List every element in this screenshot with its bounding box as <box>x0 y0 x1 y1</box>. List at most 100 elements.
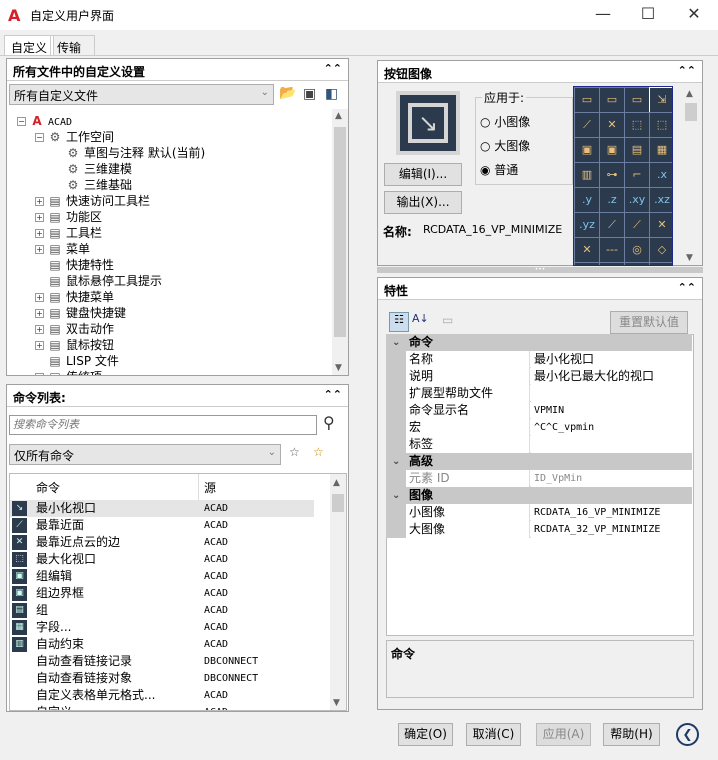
image-tile[interactable]: ⌐ <box>624 162 650 188</box>
tree-item[interactable]: ⚙ 草图与注释 默认(当前) <box>66 145 206 161</box>
command-list-scrollbar[interactable]: ▲ ▼ <box>330 474 346 710</box>
expand-icon[interactable]: + <box>35 341 44 350</box>
collapse-icon[interactable]: ⌃⌃ <box>678 281 696 294</box>
property-pages-icon[interactable]: ▭ <box>442 313 453 327</box>
collapse-icon[interactable]: ⌃⌃ <box>678 64 696 77</box>
property-value[interactable]: 最小化已最大化的视口 <box>531 368 692 385</box>
image-tile[interactable]: ▭ <box>599 87 625 113</box>
find-star-icon[interactable]: ☆ <box>289 445 300 459</box>
collapse-panes-icon[interactable]: ❮ <box>676 723 699 746</box>
image-tile[interactable]: .z <box>599 187 625 213</box>
expand-icon[interactable]: + <box>35 293 44 302</box>
export-button[interactable]: 输出(X)... <box>384 191 462 214</box>
image-tile[interactable]: ▤ <box>624 137 650 163</box>
apply-button[interactable]: 应用(A) <box>536 723 591 746</box>
property-row[interactable]: 说明 最小化已最大化的视口 <box>386 368 692 385</box>
file-select[interactable]: 所有自定义文件 ⌄ <box>9 84 274 105</box>
tree-item[interactable]: + ▤ 传统项 <box>35 369 102 375</box>
tree-item[interactable]: + ▤ 菜单 <box>35 241 90 257</box>
command-row[interactable]: ✕ 最靠近点云的边 ACAD <box>10 534 314 551</box>
command-row[interactable]: 自动查看链接记录 DBCONNECT <box>10 653 314 670</box>
command-row[interactable]: ⟋ 最靠近面 ACAD <box>10 517 314 534</box>
command-row[interactable]: ▥ 自动约束 ACAD <box>10 636 314 653</box>
image-tile[interactable]: .xz <box>649 187 672 213</box>
image-tile[interactable]: ⬚ <box>649 112 672 138</box>
radio-both[interactable]: ◉ 普通 <box>480 161 518 178</box>
column-header-source[interactable]: 源 <box>204 479 216 496</box>
chevron-down-icon[interactable]: ⌄ <box>392 453 400 470</box>
search-icon[interactable]: ⚲ <box>323 413 335 432</box>
tree-item[interactable]: + ▤ 功能区 <box>35 209 102 225</box>
open-file-icon[interactable]: 📂 <box>279 85 296 101</box>
tree-item[interactable]: + ▤ 工具栏 <box>35 225 102 241</box>
property-row[interactable]: 名称 最小化视口 <box>386 351 692 368</box>
image-tile[interactable]: ▣ <box>574 137 600 163</box>
property-row[interactable]: 小图像 RCDATA_16_VP_MINIMIZE <box>386 504 692 521</box>
tab-customize[interactable]: 自定义 <box>4 35 55 56</box>
tree-item[interactable]: + ▤ 快捷菜单 <box>35 289 114 305</box>
chevron-down-icon[interactable]: ⌄ <box>392 334 400 351</box>
new-command-icon[interactable]: ☆ <box>313 445 324 459</box>
property-row[interactable]: 标签 <box>386 436 692 453</box>
command-row[interactable]: ▦ 字段... ACAD <box>10 619 314 636</box>
image-tile[interactable]: ⬚ <box>624 112 650 138</box>
save-icon[interactable]: ▣ <box>303 86 316 102</box>
property-row[interactable]: 命令显示名 VPMIN <box>386 402 692 419</box>
image-tile[interactable]: ▭ <box>574 87 600 113</box>
image-tile[interactable]: .xy <box>624 187 650 213</box>
image-tile[interactable]: ▦ <box>649 137 672 163</box>
image-tile[interactable]: ✕ <box>574 237 600 263</box>
image-tile[interactable]: ▥ <box>574 162 600 188</box>
column-header-command[interactable]: 命令 <box>36 479 60 496</box>
collapse-icon[interactable]: ⌃⌃ <box>324 388 342 401</box>
property-value[interactable]: 最小化视口 <box>531 351 692 368</box>
property-value[interactable]: ID_VpMin <box>531 470 692 487</box>
tree-item[interactable]: + ▤ 鼠标按钮 <box>35 337 114 353</box>
expand-icon[interactable]: + <box>35 197 44 206</box>
collapse-icon[interactable]: − <box>35 133 44 142</box>
tree-item[interactable]: + ▤ 键盘快捷键 <box>35 305 126 321</box>
command-row[interactable]: 自定义表格单元格式... ACAD <box>10 687 314 704</box>
image-tile[interactable]: --- <box>599 237 625 263</box>
help-button[interactable]: 帮助(H) <box>603 723 660 746</box>
sort-alphabetical-icon[interactable]: A↓ <box>412 312 429 325</box>
load-partial-icon[interactable]: ◧ <box>325 86 338 102</box>
tree-item[interactable]: − A ACAD <box>17 113 72 129</box>
property-value[interactable]: ^C^C_vpmin <box>531 419 692 436</box>
command-row[interactable]: ▤ 组 ACAD <box>10 602 314 619</box>
collapse-icon[interactable]: − <box>17 117 26 126</box>
expand-icon[interactable]: + <box>35 213 44 222</box>
image-tile[interactable]: ⟋ <box>599 212 625 238</box>
maximize-button[interactable]: ☐ <box>633 4 663 23</box>
image-tile[interactable]: ◔ <box>574 262 600 265</box>
tree-item[interactable]: ⚙ 三维基础 <box>66 177 132 193</box>
image-grid-scrollbar[interactable]: ▲ ▼ <box>683 87 699 265</box>
property-row[interactable]: 宏 ^C^C_vpmin <box>386 419 692 436</box>
tree-item[interactable]: ▤ 鼠标悬停工具提示 <box>48 273 162 289</box>
expand-icon[interactable]: + <box>35 309 44 318</box>
property-category[interactable]: ⌄ 命令 <box>386 334 692 351</box>
image-tile[interactable]: ✕ <box>599 112 625 138</box>
tree-item[interactable]: ⚙ 三维建模 <box>66 161 132 177</box>
image-tile[interactable]: ▭ <box>624 87 650 113</box>
customization-tree[interactable]: − A ACAD − ⚙ 工作空间 ⚙ 草图与注释 默认(当前) ⚙ 三维建模 ⚙ 三维基础 + ▤ 快速访… <box>7 109 331 375</box>
property-category[interactable]: ⌄ 高级 <box>386 453 692 470</box>
image-tile[interactable]: .yz <box>574 212 600 238</box>
image-tile[interactable]: · <box>649 262 672 265</box>
command-row[interactable]: ▣ 组边界框 ACAD <box>10 585 314 602</box>
property-row[interactable]: 大图像 RCDATA_32_VP_MINIMIZE <box>386 521 692 538</box>
property-value[interactable] <box>531 436 692 453</box>
property-value[interactable]: VPMIN <box>531 402 692 419</box>
ok-button[interactable]: 确定(O) <box>398 723 453 746</box>
image-tile[interactable]: ⫽ <box>624 262 650 265</box>
close-button[interactable]: ✕ <box>679 4 709 23</box>
minimize-button[interactable]: — <box>588 4 618 23</box>
command-row[interactable]: ▣ 组编辑 ACAD <box>10 568 314 585</box>
radio-large[interactable]: ○ 大图像 <box>480 137 530 154</box>
expand-icon[interactable]: + <box>35 325 44 334</box>
collapse-icon[interactable]: ⌃⌃ <box>324 62 342 75</box>
image-tile[interactable]: ⟋ <box>624 212 650 238</box>
image-tile[interactable]: .x <box>649 162 672 188</box>
tab-transfer[interactable]: 传输 <box>50 35 95 56</box>
image-tile[interactable]: ⟋ <box>574 112 600 138</box>
